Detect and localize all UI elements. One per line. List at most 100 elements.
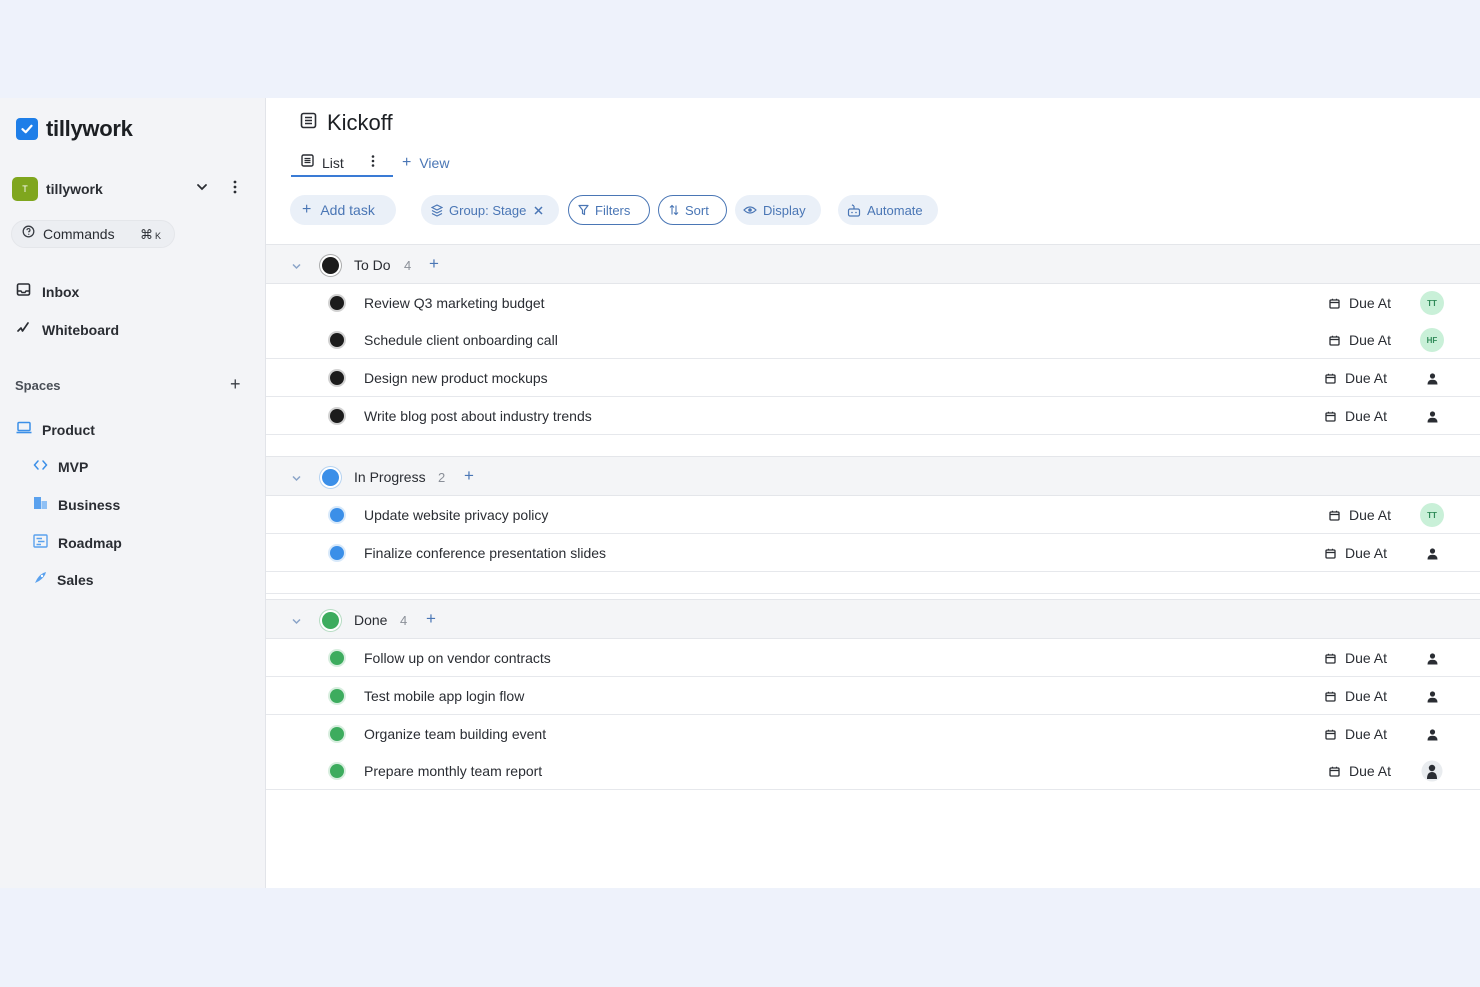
add-task-icon[interactable]: + [426,609,436,629]
assignee-avatar[interactable]: TT [1420,291,1444,315]
task-title[interactable]: Write blog post about industry trends [364,408,592,424]
sidebar-item-roadmap[interactable]: Roadmap [33,533,122,553]
close-icon[interactable] [534,205,543,215]
group-header-done[interactable]: Done 4 + [266,599,1480,639]
status-icon[interactable] [330,689,344,703]
status-icon[interactable] [330,371,344,385]
status-icon[interactable] [330,508,344,522]
sidebar: tillywork T tillywork Commands ⌘K Inbox [0,98,266,888]
due-date-field[interactable]: Due At [1325,726,1387,742]
add-task-icon[interactable]: + [429,254,439,274]
group-spacer [266,435,1480,457]
status-icon[interactable] [330,296,344,310]
user-photo-avatar[interactable] [1420,759,1444,783]
calendar-icon [1329,766,1340,777]
task-title[interactable]: Finalize conference presentation slides [364,545,606,561]
due-date-field[interactable]: Due At [1329,332,1391,348]
automate-button[interactable]: Automate [838,195,938,225]
sort-icon [669,204,679,216]
user-icon[interactable] [1420,684,1444,708]
due-date-field[interactable]: Due At [1329,507,1391,523]
due-date-field[interactable]: Due At [1325,650,1387,666]
user-icon[interactable] [1420,541,1444,565]
task-title[interactable]: Schedule client onboarding call [364,332,558,348]
add-task-icon[interactable]: + [464,466,474,486]
sidebar-item-product[interactable]: Product [16,420,95,440]
user-icon[interactable] [1420,722,1444,746]
assignee-avatar[interactable]: TT [1420,503,1444,527]
user-icon[interactable] [1420,366,1444,390]
task-row[interactable]: Organize team building event Due At [266,715,1480,753]
due-date-label: Due At [1349,332,1392,348]
task-row[interactable]: Prepare monthly team report Due At [266,752,1480,790]
due-date-field[interactable]: Due At [1325,688,1387,704]
status-icon[interactable] [330,546,344,560]
task-title[interactable]: Organize team building event [364,726,546,742]
tab-list[interactable]: List [291,150,393,177]
chevron-down-icon[interactable] [291,614,302,632]
display-button[interactable]: Display [735,195,821,225]
task-row[interactable]: Schedule client onboarding call Due At HF [266,321,1480,359]
group-by-chip[interactable]: Group: Stage [421,195,559,225]
user-icon[interactable] [1420,404,1444,428]
sidebar-item-mvp[interactable]: MVP [33,457,88,477]
due-date-label: Due At [1349,295,1392,311]
task-title[interactable]: Test mobile app login flow [364,688,524,704]
toolbar: + Add task Group: Stage Filters Sort Dis… [290,195,990,227]
filters-button[interactable]: Filters [568,195,650,225]
tab-menu-icon[interactable] [371,154,375,173]
user-icon[interactable] [1420,646,1444,670]
commands-button[interactable]: Commands ⌘ K [11,220,175,248]
task-row[interactable]: Write blog post about industry trends Due… [266,397,1480,435]
sidebar-item-whiteboard[interactable]: Whiteboard [16,320,119,340]
task-title[interactable]: Follow up on vendor contracts [364,650,551,666]
workspace-switcher[interactable]: T tillywork [12,176,248,202]
group-count: 4 [400,613,408,628]
rocket-icon [33,571,47,590]
sort-button[interactable]: Sort [658,195,727,225]
status-icon[interactable] [330,651,344,665]
task-title[interactable]: Update website privacy policy [364,507,548,523]
roadmap-icon [33,533,48,553]
workspace-menu-icon[interactable] [233,179,237,200]
building-icon [33,496,48,515]
chevron-down-icon[interactable] [291,471,302,489]
task-row[interactable]: Follow up on vendor contracts Due At [266,639,1480,677]
group-header-to-do[interactable]: To Do 4 + [266,244,1480,284]
chevron-down-icon[interactable] [291,259,302,277]
due-date-field[interactable]: Due At [1329,763,1391,779]
due-date-field[interactable]: Due At [1325,370,1387,386]
add-view-button[interactable]: + View [402,154,449,172]
sidebar-item-business[interactable]: Business [33,495,120,515]
checkbox-logo-icon [16,118,38,140]
task-row[interactable]: Update website privacy policy Due At TT [266,496,1480,534]
due-date-label: Due At [1349,507,1392,523]
group-name: In Progress [354,469,426,485]
due-date-field[interactable]: Due At [1325,408,1387,424]
assignee-avatar[interactable]: HF [1420,328,1444,352]
sidebar-item-label: Business [58,497,121,513]
status-icon[interactable] [330,333,344,347]
add-space-icon[interactable]: + [230,375,241,393]
task-row[interactable]: Test mobile app login flow Due At [266,677,1480,715]
app-logo[interactable]: tillywork [16,116,133,142]
task-row[interactable]: Review Q3 marketing budget Due At TT [266,284,1480,322]
task-row[interactable]: Design new product mockups Due At [266,359,1480,397]
status-icon[interactable] [330,727,344,741]
task-title[interactable]: Review Q3 marketing budget [364,295,545,311]
task-title[interactable]: Prepare monthly team report [364,763,542,779]
task-title[interactable]: Design new product mockups [364,370,548,386]
due-date-field[interactable]: Due At [1329,295,1391,311]
due-date-field[interactable]: Due At [1325,545,1387,561]
status-icon [322,257,339,274]
status-icon[interactable] [330,764,344,778]
status-icon[interactable] [330,409,344,423]
task-row[interactable]: Finalize conference presentation slides D… [266,534,1480,572]
chevron-down-icon[interactable] [195,180,209,199]
sidebar-item-label: Inbox [42,284,80,300]
add-task-button[interactable]: + Add task [290,195,396,225]
sidebar-item-inbox[interactable]: Inbox [16,282,79,302]
sidebar-item-label: Whiteboard [42,322,119,338]
group-header-in-progress[interactable]: In Progress 2 + [266,456,1480,496]
sidebar-item-sales[interactable]: Sales [33,570,94,590]
